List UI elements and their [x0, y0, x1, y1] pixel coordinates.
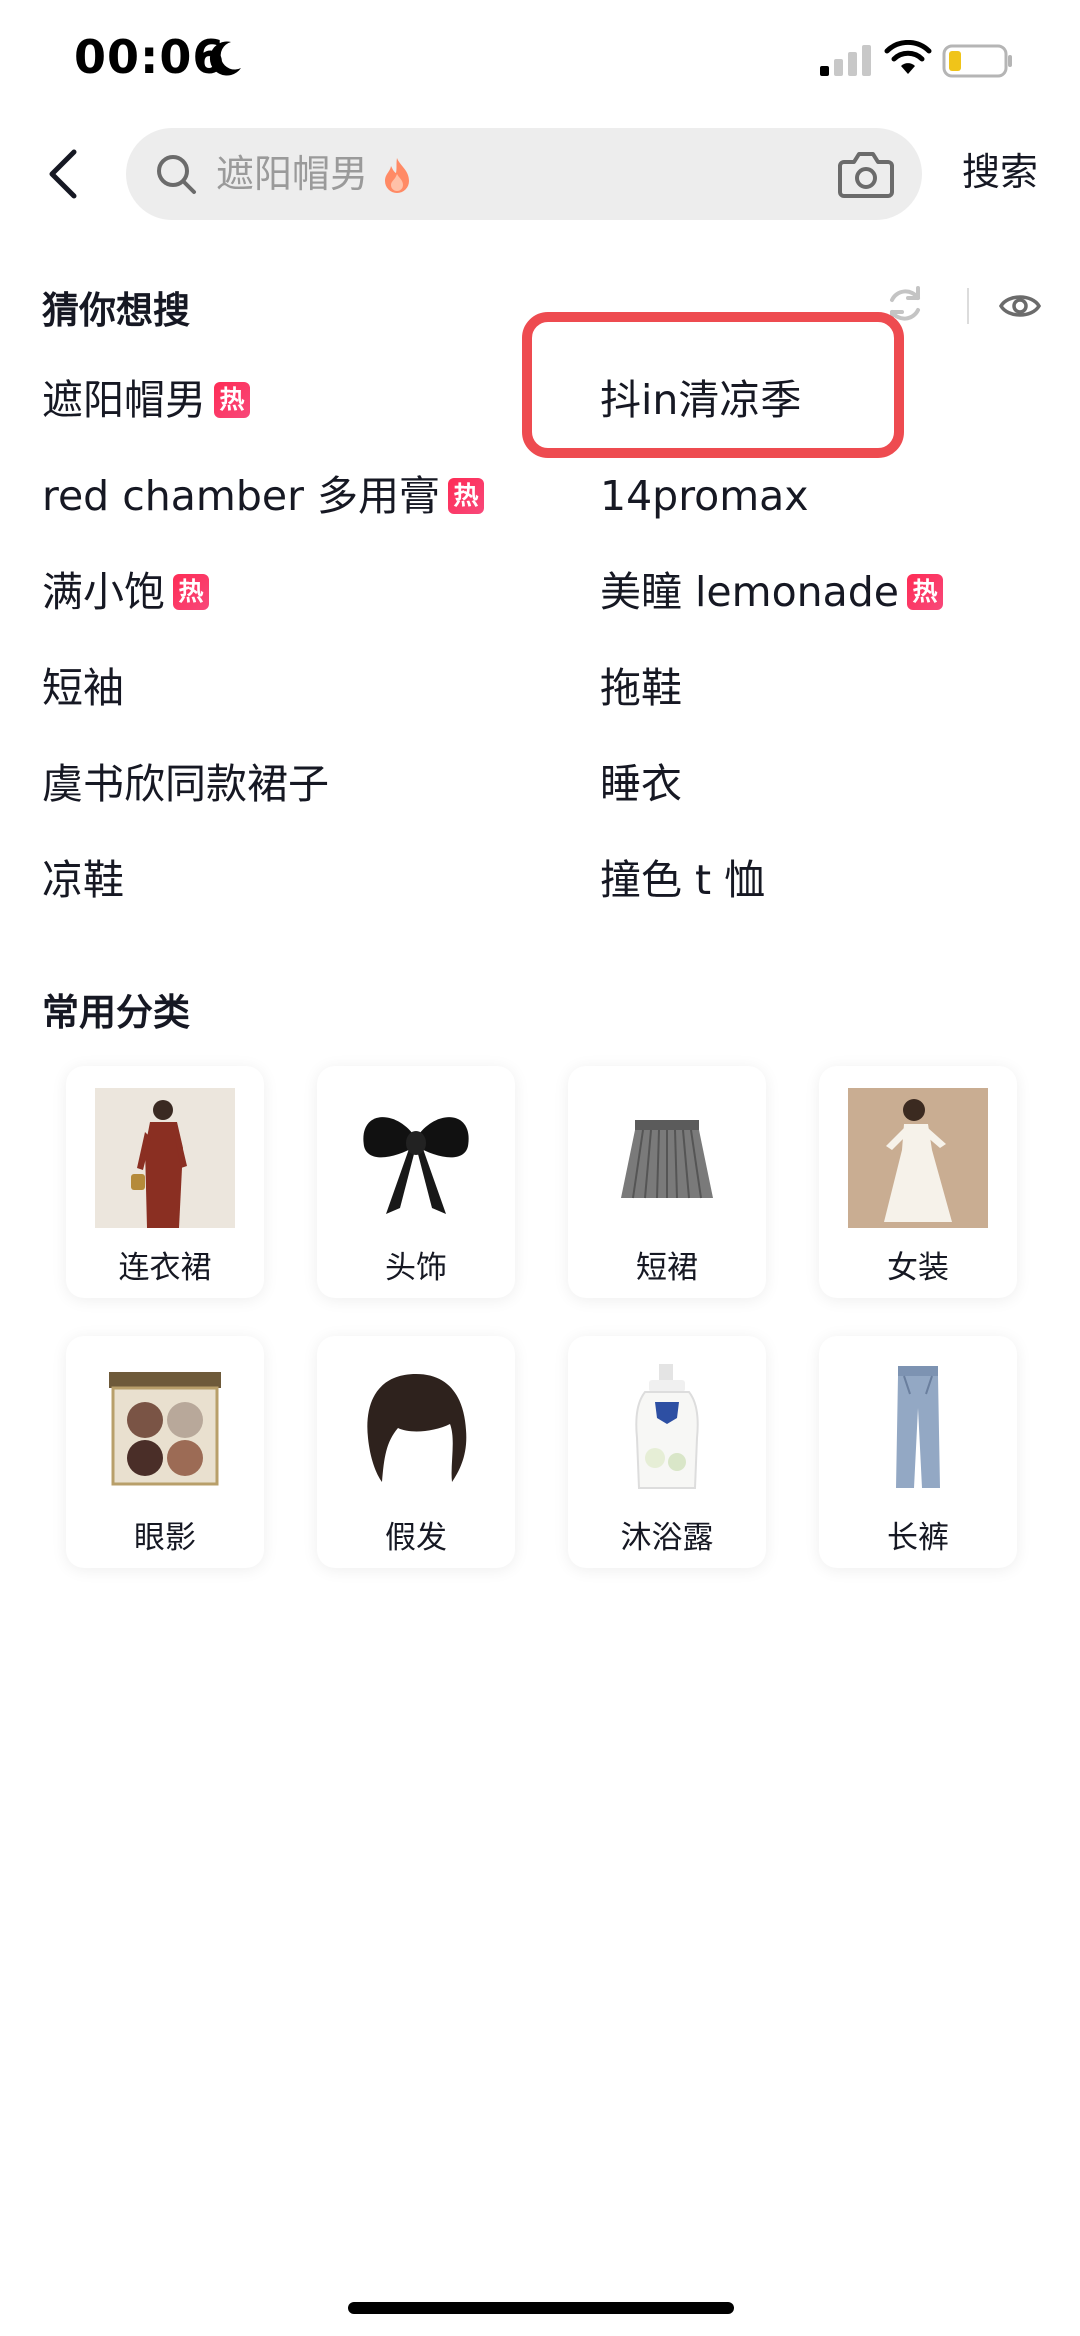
- category-label: 女装: [887, 1250, 949, 1286]
- search-button[interactable]: 搜索: [962, 146, 1038, 198]
- suggestion-text: 短袖: [42, 664, 124, 712]
- suggestion-item[interactable]: 凉鞋: [42, 852, 124, 908]
- highlight-annotation-box: [522, 312, 904, 458]
- search-page: 00:06 遮阳帽男 搜索 猜你想搜 遮阳帽男 热 red chamber 多用…: [0, 0, 1080, 2336]
- category-label: 短裙: [636, 1250, 698, 1286]
- flame-icon: [385, 158, 409, 193]
- hot-badge: 热: [907, 574, 944, 610]
- category-card-body-wash[interactable]: 沐浴露: [568, 1336, 766, 1568]
- category-card-hair-accessory[interactable]: 头饰: [317, 1066, 515, 1298]
- hot-badge: 热: [173, 574, 209, 610]
- suggestion-text: 睡衣: [600, 760, 682, 808]
- dress-image: [95, 1088, 235, 1228]
- category-section-title: 常用分类: [42, 991, 190, 1034]
- moon-icon: [209, 41, 241, 76]
- category-label: 头饰: [385, 1250, 447, 1286]
- suggestion-text: 拖鞋: [600, 664, 682, 712]
- category-card-long-pants[interactable]: 长裤: [819, 1336, 1017, 1568]
- home-indicator[interactable]: [348, 2302, 734, 2314]
- suggestion-text: 美瞳 lemonade: [600, 568, 900, 616]
- wig-image: [367, 1374, 467, 1482]
- suggestion-item[interactable]: 遮阳帽男 热: [42, 372, 250, 428]
- status-time: 00:06: [74, 30, 226, 84]
- suggestion-item[interactable]: 虞书欣同款裙子: [42, 756, 329, 812]
- camera-icon[interactable]: [838, 148, 894, 200]
- search-icon: [157, 155, 196, 194]
- eyeshadow-palette-image: [109, 1372, 221, 1486]
- suggestion-item[interactable]: 睡衣: [600, 756, 682, 812]
- eye-icon[interactable]: [998, 286, 1042, 326]
- battery-icon: [942, 44, 1012, 78]
- header-divider: [967, 288, 969, 324]
- suggestion-text: 虞书欣同款裙子: [42, 760, 329, 808]
- suggestion-item[interactable]: 14promax: [600, 468, 809, 524]
- category-card-dress[interactable]: 连衣裙: [66, 1066, 264, 1298]
- status-bar: 00:06: [0, 0, 1080, 120]
- category-label: 眼影: [134, 1520, 196, 1556]
- womens-clothing-image: [848, 1088, 988, 1228]
- suggestion-item[interactable]: 撞色 t 恤: [600, 852, 765, 908]
- guess-section-title: 猜你想搜: [42, 289, 190, 332]
- category-card-womens-clothing[interactable]: 女装: [819, 1066, 1017, 1298]
- pleated-skirt-image: [621, 1120, 713, 1199]
- category-card-short-skirt[interactable]: 短裙: [568, 1066, 766, 1298]
- suggestion-text: 凉鞋: [42, 856, 124, 904]
- wifi-icon: [884, 40, 932, 74]
- suggestion-text: 14promax: [600, 472, 809, 520]
- search-input[interactable]: 遮阳帽男: [126, 128, 922, 220]
- bow-image: [363, 1117, 469, 1214]
- category-label: 沐浴露: [620, 1520, 714, 1556]
- suggestion-item[interactable]: 短袖: [42, 660, 124, 716]
- hot-badge: 热: [214, 382, 250, 418]
- suggestion-item[interactable]: 美瞳 lemonade 热: [600, 564, 944, 620]
- search-placeholder: 遮阳帽男: [216, 152, 369, 196]
- category-label: 假发: [385, 1520, 447, 1556]
- suggestion-text: 遮阳帽男: [42, 376, 206, 424]
- body-wash-image: [635, 1364, 699, 1489]
- suggestion-item[interactable]: 拖鞋: [600, 660, 682, 716]
- category-label: 长裤: [887, 1520, 949, 1556]
- category-card-eyeshadow[interactable]: 眼影: [66, 1336, 264, 1568]
- hot-badge: 热: [447, 478, 484, 514]
- cellular-signal-icon: [820, 45, 871, 76]
- suggestion-item[interactable]: red chamber 多用膏 热: [42, 468, 484, 524]
- jeans-image: [896, 1366, 940, 1488]
- back-arrow-icon[interactable]: [40, 146, 86, 202]
- category-label: 连衣裙: [118, 1250, 212, 1286]
- category-card-wig[interactable]: 假发: [317, 1336, 515, 1568]
- suggestion-item[interactable]: 满小饱 热: [42, 564, 209, 620]
- suggestion-text: 撞色 t 恤: [600, 856, 766, 904]
- suggestion-text: red chamber 多用膏: [42, 472, 440, 520]
- suggestion-text: 满小饱: [42, 568, 165, 616]
